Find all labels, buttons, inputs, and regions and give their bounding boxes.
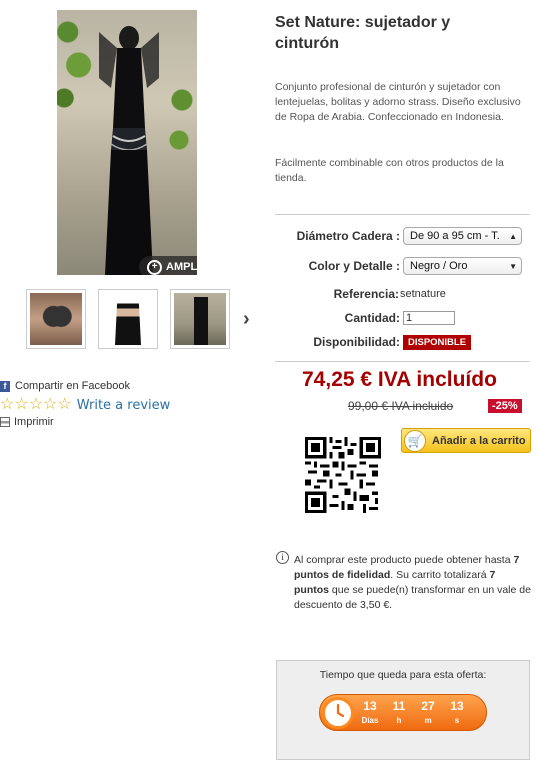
write-review-link[interactable]: Write a review xyxy=(77,398,171,413)
thumbnail-1[interactable] xyxy=(26,289,86,349)
discount-badge: -25% xyxy=(488,399,522,413)
clock-icon xyxy=(322,697,354,729)
loyalty-points-text: Al comprar este producto puede obtener h… xyxy=(294,554,531,611)
hip-size-label: Diámetro Cadera : xyxy=(296,229,400,243)
zoom-button[interactable]: + AMPLIAR xyxy=(139,256,197,275)
product-main-image[interactable]: + AMPLIAR xyxy=(57,10,197,275)
product-description-extra: Fácilmente combinable con otros producto… xyxy=(275,157,504,184)
color-select[interactable]: Negro / Oro ▼ xyxy=(403,257,522,275)
foliage-decor xyxy=(57,10,93,120)
rating-stars-icon: ☆☆☆☆☆ xyxy=(0,396,72,413)
old-price: 99,00 € IVA incluido xyxy=(348,399,454,413)
divider xyxy=(275,361,530,362)
countdown-minutes-label: m xyxy=(424,716,432,725)
availability-badge: DISPONIBLE xyxy=(403,335,472,350)
info-icon: i xyxy=(276,551,289,564)
print-link[interactable]: Imprimir xyxy=(0,416,54,428)
share-facebook-label: Compartir en Facebook xyxy=(15,380,130,392)
add-to-cart-label: Añadir a la carrito xyxy=(432,434,526,447)
product-title: Set Nature: sujetador y cinturón xyxy=(275,14,451,52)
facebook-icon: f xyxy=(0,380,10,392)
reference-value: setnature xyxy=(400,288,446,300)
countdown-seconds: 13 xyxy=(450,699,464,713)
countdown-seconds-label: s xyxy=(454,716,460,725)
select-arrows-icon: ▼ xyxy=(509,261,517,271)
countdown-hours-label: h xyxy=(396,716,402,725)
thumbnail-2[interactable] xyxy=(98,289,158,349)
qr-code-icon xyxy=(305,437,381,513)
quantity-input[interactable]: 1 xyxy=(403,311,455,325)
print-label: Imprimir xyxy=(14,416,54,428)
zoom-label: AMPLIAR xyxy=(166,261,197,273)
thumbnail-3[interactable] xyxy=(170,289,230,349)
divider xyxy=(275,214,530,215)
thumbnail-next-arrow-icon[interactable]: › xyxy=(243,308,250,331)
cart-icon: 🛒 xyxy=(404,429,426,452)
countdown-title: Tiempo que queda para esta oferta: xyxy=(319,669,487,681)
color-value: Negro / Oro xyxy=(410,260,468,272)
review-row: ☆☆☆☆☆ Write a review xyxy=(0,397,170,413)
add-to-cart-button[interactable]: 🛒 Añadir a la carrito xyxy=(401,428,531,453)
countdown-days: 13 xyxy=(363,699,377,713)
countdown-days-label: Días xyxy=(361,716,379,725)
select-arrows-icon: ▲ xyxy=(509,231,517,241)
foliage-decor xyxy=(167,80,197,180)
model-figure xyxy=(99,26,159,275)
product-description: Conjunto profesional de cinturón y sujet… xyxy=(275,81,521,123)
printer-icon xyxy=(0,417,10,427)
share-facebook-link[interactable]: f Compartir en Facebook xyxy=(0,380,130,392)
current-price: 74,25 € IVA incluído xyxy=(302,368,497,391)
countdown-hours: 11 xyxy=(392,699,406,713)
reference-label: Referencia: xyxy=(333,287,399,301)
zoom-icon: + xyxy=(147,259,162,275)
color-label: Color y Detalle : xyxy=(308,259,400,273)
quantity-label: Cantidad: xyxy=(344,311,400,325)
hip-size-select[interactable]: De 90 a 95 cm - T. ▲ xyxy=(403,227,522,245)
countdown-minutes: 27 xyxy=(421,699,435,713)
availability-label: Disponibilidad: xyxy=(313,335,400,349)
hip-size-value: De 90 a 95 cm - T. xyxy=(410,230,500,242)
